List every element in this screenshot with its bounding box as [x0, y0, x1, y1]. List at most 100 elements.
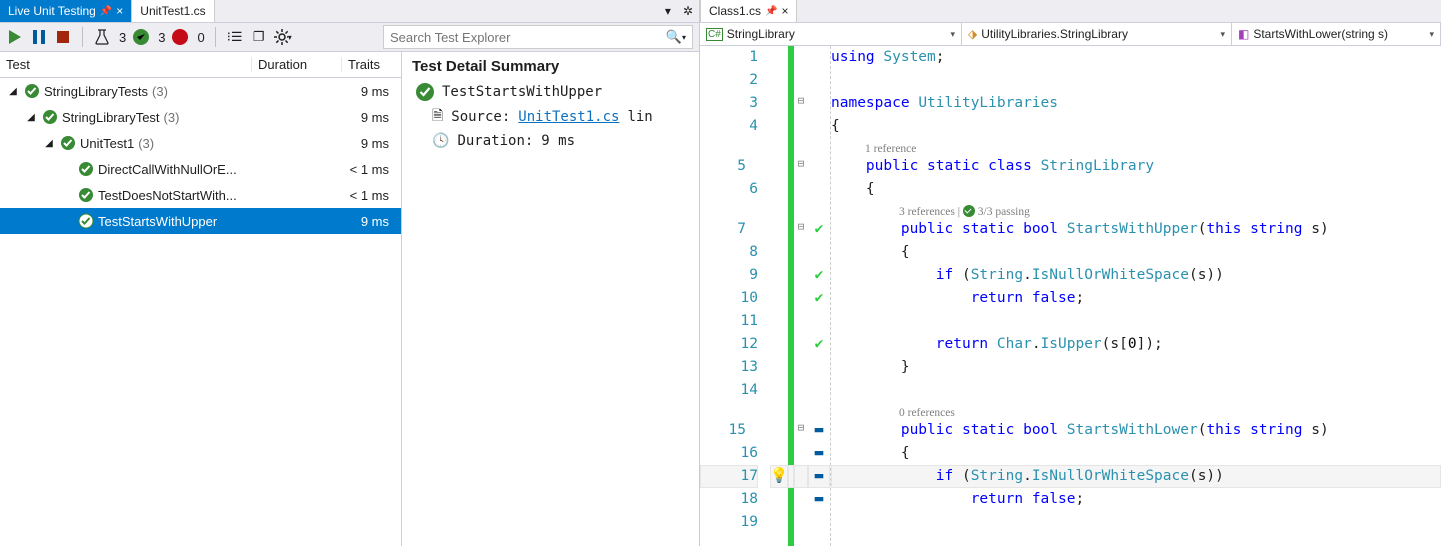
code-line[interactable]: { [831, 241, 1441, 264]
code-line[interactable]: 1 reference public static class StringLi… [831, 138, 1441, 178]
check-icon: ✔ [815, 290, 824, 306]
tree-row[interactable]: TestDoesNotStartWith... < 1 ms [0, 182, 401, 208]
hierarchy-icon[interactable]: ⁝☰ [226, 28, 244, 46]
test-tree: Test Duration Traits ◢ StringLibraryTest… [0, 52, 402, 546]
dash-icon: ▬ [815, 491, 824, 507]
search-icon[interactable]: 🔍 [666, 29, 682, 45]
code-line[interactable]: { [831, 115, 1441, 138]
code-line[interactable]: 3 references | 3/3 passing public static… [831, 201, 1441, 241]
test-name: TestDoesNotStartWith... [98, 188, 237, 203]
code-line[interactable]: return false; [831, 287, 1441, 310]
flask-icon[interactable] [93, 28, 111, 46]
col-test[interactable]: Test [0, 57, 252, 72]
source-line-trunc: lin [627, 109, 652, 125]
tab-live-unit-testing[interactable]: Live Unit Testing 📌 × [0, 0, 132, 22]
code-line[interactable]: { [831, 442, 1441, 465]
test-name: DirectCallWithNullOrE... [98, 162, 237, 177]
tab-label: Class1.cs [709, 4, 761, 18]
test-count: (3) [152, 84, 168, 99]
code-line[interactable] [831, 69, 1441, 92]
windows-icon[interactable]: ❐ [250, 28, 268, 46]
test-count: (3) [164, 110, 180, 125]
caret-icon: ◢ [24, 112, 38, 123]
test-duration: < 1 ms [311, 188, 401, 203]
tab-label: Live Unit Testing [8, 4, 96, 18]
editor-tabs: Class1.cs 📌 × [700, 0, 1441, 22]
code-line[interactable]: 0 references public static bool StartsWi… [831, 402, 1441, 442]
code-editor[interactable]: 12345678910111213141516171819 💡 ⊟⊟⊟⊟ ✔✔✔… [700, 46, 1441, 546]
search-box[interactable]: 🔍▾ [383, 25, 693, 49]
code-line[interactable]: } [831, 356, 1441, 379]
caret-icon: ◢ [42, 138, 56, 149]
code-line[interactable]: if (String.IsNullOrWhiteSpace(s)) [831, 264, 1441, 287]
code-line[interactable]: return false; [831, 488, 1441, 511]
test-duration: 9 ms [311, 84, 401, 99]
play-icon[interactable] [6, 28, 24, 46]
pass-filter-icon[interactable] [132, 28, 150, 46]
tree-row[interactable]: ◢ StringLibraryTests (3) 9 ms [0, 78, 401, 104]
tree-row[interactable]: ◢ UnitTest1 (3) 9 ms [0, 130, 401, 156]
test-name: TestStartsWithUpper [98, 214, 217, 229]
code-line[interactable]: if (String.IsNullOrWhiteSpace(s)) [831, 465, 1441, 488]
detail-title: Test Detail Summary [412, 58, 699, 75]
close-icon[interactable]: × [781, 4, 788, 18]
nav-bar: C#StringLibrary▾ ⬗UtilityLibraries.Strin… [700, 22, 1441, 46]
code-line[interactable] [831, 379, 1441, 402]
pin-icon[interactable]: 📌 [100, 6, 112, 17]
tree-row[interactable]: DirectCallWithNullOrE... < 1 ms [0, 156, 401, 182]
test-name: StringLibraryTests [44, 84, 148, 99]
tree-header: Test Duration Traits [0, 52, 401, 78]
nav-member[interactable]: ◧StartsWithLower(string s)▾ [1232, 23, 1441, 45]
settings-icon[interactable]: ▾ [274, 28, 292, 46]
total-count: 3 [119, 30, 126, 45]
test-duration: < 1 ms [311, 162, 401, 177]
test-name: UnitTest1 [80, 136, 134, 151]
dash-icon: ▬ [815, 445, 824, 461]
code-line[interactable]: return Char.IsUpper(s[0]); [831, 333, 1441, 356]
fail-filter-icon[interactable] [171, 28, 189, 46]
lightbulb-icon[interactable]: 💡 [770, 468, 788, 484]
source-link[interactable]: UnitTest1.cs [518, 109, 619, 125]
tree-row[interactable]: ◢ StringLibraryTest (3) 9 ms [0, 104, 401, 130]
code-line[interactable]: namespace UtilityLibraries [831, 92, 1441, 115]
test-name: StringLibraryTest [62, 110, 160, 125]
duration-label: Duration: [457, 133, 533, 149]
check-icon: ✔ [815, 221, 824, 237]
pin-icon[interactable]: 📌 [765, 6, 777, 17]
col-duration[interactable]: Duration [252, 57, 342, 72]
col-traits[interactable]: Traits [342, 57, 380, 72]
test-duration: 9 ms [311, 136, 401, 151]
code-line[interactable] [831, 511, 1441, 534]
tree-row[interactable]: TestStartsWithUpper 9 ms [0, 208, 401, 234]
fail-count: 0 [197, 30, 204, 45]
tab-unit-test-file[interactable]: UnitTest1.cs [132, 0, 214, 22]
stop-icon[interactable] [54, 28, 72, 46]
pass-count: 3 [158, 30, 165, 45]
code-line[interactable]: using System; [831, 46, 1441, 69]
gear-icon[interactable]: ✲ [677, 4, 699, 18]
check-icon: ✔ [815, 336, 824, 352]
dash-icon: ▬ [815, 468, 824, 484]
tab-class1[interactable]: Class1.cs 📌 × [700, 0, 797, 22]
tab-label: UnitTest1.cs [140, 4, 205, 18]
code-line[interactable]: { [831, 178, 1441, 201]
close-icon[interactable]: × [116, 4, 123, 18]
nav-project[interactable]: C#StringLibrary▾ [700, 23, 962, 45]
pause-icon[interactable] [30, 28, 48, 46]
test-duration: 9 ms [311, 214, 401, 229]
dash-icon: ▬ [815, 422, 824, 438]
detail-test-name: TestStartsWithUpper [442, 84, 602, 100]
duration-value: 9 ms [541, 133, 575, 149]
dropdown-icon[interactable]: ▾ [659, 4, 677, 18]
file-icon: 🗎 [432, 105, 443, 129]
clock-icon: 🕓 [432, 133, 449, 149]
test-detail: Test Detail Summary TestStartsWithUpper … [402, 52, 699, 546]
nav-class[interactable]: ⬗UtilityLibraries.StringLibrary▾ [962, 23, 1232, 45]
search-input[interactable] [390, 30, 666, 45]
test-count: (3) [138, 136, 154, 151]
caret-icon: ◢ [6, 86, 20, 97]
test-duration: 9 ms [311, 110, 401, 125]
source-label: Source: [451, 109, 510, 125]
test-toolbar: 3 3 0 ⁝☰ ❐ ▾ 🔍▾ [0, 22, 699, 52]
code-line[interactable] [831, 310, 1441, 333]
